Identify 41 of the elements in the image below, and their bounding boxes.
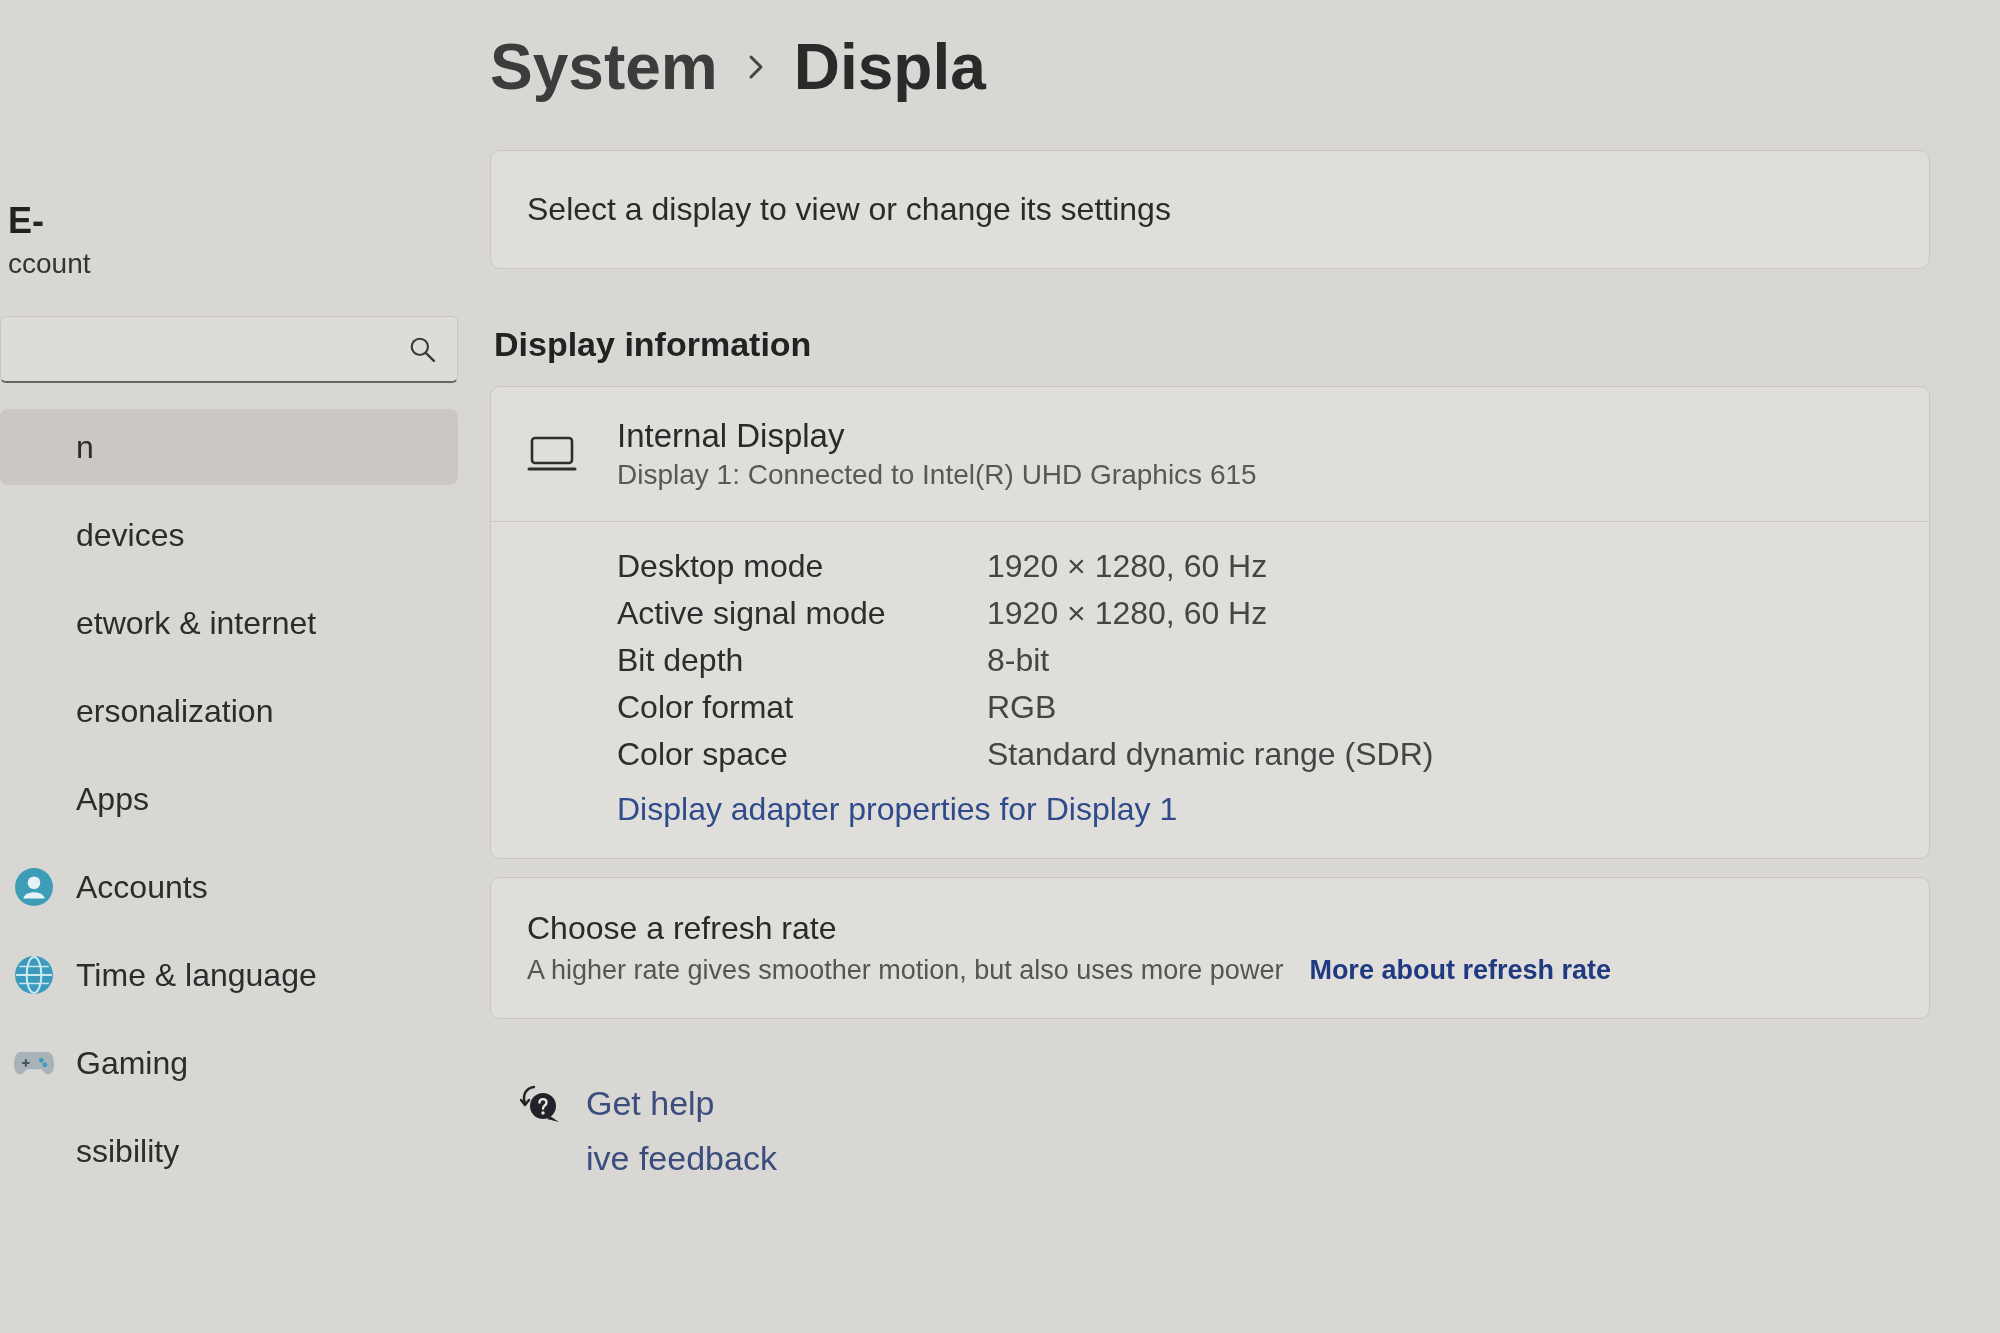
instruction-text: Select a display to view or change its settings — [527, 191, 1171, 228]
gamepad-icon — [14, 1050, 54, 1076]
sidebar-item[interactable]: Time & language — [0, 937, 458, 1013]
display-connection-text: Display 1: Connected to Intel(R) UHD Graphics 615 — [617, 459, 1257, 491]
section-heading: Display information — [493, 325, 812, 364]
sidebar-item[interactable]: Apps — [0, 761, 458, 837]
property-value: 1920 × 1280, 60 Hz — [987, 595, 1268, 632]
property-label: Bit depth — [617, 642, 744, 679]
setting-description: A higher rate gives smoother motion, but also uses more power — [527, 955, 1284, 986]
setting-title: Choose a refresh rate — [527, 910, 837, 947]
property-label: Color format — [617, 689, 794, 726]
property-label: Desktop mode — [617, 548, 824, 585]
globe-icon — [15, 956, 53, 994]
property-value: Standard dynamic range (SDR) — [987, 736, 1434, 773]
feedback-link[interactable]: ive feedback — [520, 1139, 777, 1178]
help-bubble-icon — [520, 1083, 560, 1123]
adapter-properties-link[interactable]: Display adapter properties for Display 1 — [617, 791, 1178, 828]
sidebar-item[interactable]: Gaming — [0, 1025, 458, 1101]
help-link[interactable]: Get help — [520, 1083, 715, 1123]
search-field[interactable] — [0, 316, 458, 383]
chevron-icon — [747, 54, 764, 80]
property-label: Color space — [617, 736, 788, 773]
property-value: 1920 × 1280, 60 Hz — [987, 548, 1268, 585]
display-name: Internal Display — [617, 417, 845, 455]
breadcrumb-link[interactable]: System — [490, 30, 718, 104]
sidebar-item[interactable]: etwork & internet — [0, 585, 458, 661]
sidebar-item[interactable]: ersonalization — [0, 673, 458, 749]
property-value: 8-bit — [987, 642, 1050, 679]
property-label: Active signal mode — [617, 595, 886, 632]
sidebar-item[interactable]: ssibility — [0, 1113, 458, 1189]
account-type: ccount — [8, 248, 91, 280]
refresh-rate-info-link[interactable]: More about refresh rate — [1309, 955, 1611, 986]
user-name: E- — [8, 200, 44, 242]
person-icon — [15, 868, 53, 906]
page-title: Displa — [793, 30, 986, 104]
laptop-icon — [527, 436, 577, 472]
property-value: RGB — [987, 689, 1057, 726]
search-icon — [409, 336, 435, 362]
sidebar-item[interactable]: devices — [0, 497, 458, 573]
sidebar-item[interactable]: n — [0, 409, 458, 485]
sidebar-item[interactable]: Accounts — [0, 849, 458, 925]
